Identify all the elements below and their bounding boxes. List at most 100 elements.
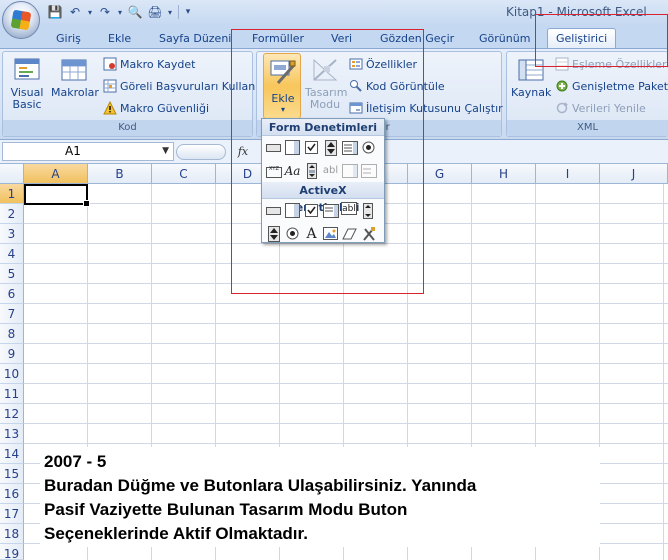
row-header[interactable]: 19	[0, 544, 24, 560]
row-header[interactable]: 4	[0, 244, 24, 264]
kod-goruntule-button[interactable]: Kod Görüntüle	[349, 78, 445, 96]
activex-button-icon[interactable]	[265, 202, 282, 219]
tab-veri[interactable]: Veri	[331, 29, 352, 48]
tasarim-modu-button[interactable]: Tasarım Modu	[305, 56, 347, 111]
caption-line-1: 2007 - 5	[44, 452, 107, 471]
row-header[interactable]: 18	[0, 524, 24, 544]
tab-gelistirici[interactable]: Geliştirici	[547, 28, 617, 49]
genisletme-label: Genişletme Paketleri	[572, 80, 668, 93]
print-preview-icon[interactable]: 🔍	[126, 4, 144, 20]
active-cell[interactable]	[24, 184, 90, 207]
visual-basic-button[interactable]: Visual Basic	[7, 56, 47, 111]
activex-combo-box-icon[interactable]	[284, 202, 301, 219]
group-box-icon[interactable]: XYZ	[265, 162, 282, 179]
spin-button-icon[interactable]	[322, 139, 339, 156]
list-box-icon[interactable]	[341, 139, 358, 156]
map-properties-icon	[555, 57, 569, 71]
customize-qat-icon[interactable]: ▾	[183, 4, 193, 20]
column-header[interactable]: C	[152, 164, 216, 184]
visual-basic-label: Visual Basic	[10, 86, 44, 111]
tab-sayfa-duzeni[interactable]: Sayfa Düzeni	[159, 29, 231, 48]
row-header[interactable]: 15	[0, 464, 24, 484]
column-header[interactable]: A	[24, 164, 88, 184]
row-header[interactable]: 8	[0, 324, 24, 344]
expansion-packs-icon	[556, 80, 568, 92]
print-dropdown-icon[interactable]: ▾	[166, 4, 174, 20]
name-box-value: A1	[65, 144, 81, 158]
row-header[interactable]: 17	[0, 504, 24, 524]
label-control-icon[interactable]: Aa	[284, 162, 301, 179]
row-header[interactable]: 10	[0, 364, 24, 384]
kaynak-button[interactable]: Kaynak	[511, 56, 551, 99]
column-header[interactable]: H	[472, 164, 536, 184]
formula-bar-splitter[interactable]	[176, 144, 226, 160]
ozellikler-button[interactable]: Özellikler	[349, 56, 417, 74]
makrolar-button[interactable]: Makrolar	[51, 56, 99, 99]
makro-guvenligi-label: Makro Güvenliği	[120, 102, 210, 115]
activex-label-icon[interactable]: A	[303, 225, 320, 242]
tab-formuller[interactable]: Formüller	[252, 29, 304, 48]
insert-function-icon[interactable]: fx	[232, 143, 254, 161]
row-header[interactable]: 13	[0, 424, 24, 444]
column-header[interactable]: B	[88, 164, 152, 184]
undo-icon[interactable]: ↶	[66, 4, 84, 20]
tab-gorunum[interactable]: Görünüm	[479, 29, 530, 48]
column-header[interactable]: I	[536, 164, 600, 184]
genisletme-paketleri-button[interactable]: Genişletme Paketleri	[555, 78, 668, 96]
iletisim-kutusu-button[interactable]: İletişim Kutusunu Çalıştır	[349, 100, 503, 118]
row-header[interactable]: 3	[0, 224, 24, 244]
row-header[interactable]: 5	[0, 264, 24, 284]
row-header[interactable]: 6	[0, 284, 24, 304]
row-header[interactable]: 16	[0, 484, 24, 504]
verileri-yenile-button[interactable]: Verileri Yenile	[555, 100, 646, 118]
activex-spin-button-icon[interactable]	[265, 225, 282, 242]
makro-kaydet-button[interactable]: Makro Kaydet	[103, 56, 195, 74]
name-box[interactable]: A1 ▼	[2, 142, 174, 161]
check-box-icon[interactable]	[303, 139, 320, 156]
activex-image-icon[interactable]	[322, 225, 339, 242]
group-kod: Visual Basic Makrolar Makro Kaydet Görel…	[2, 51, 255, 137]
option-button-icon[interactable]	[360, 139, 377, 156]
row-header[interactable]: 14	[0, 444, 24, 464]
print-icon[interactable]: 🖨	[146, 4, 164, 20]
save-icon[interactable]: 💾	[46, 4, 64, 20]
name-box-dropdown-icon[interactable]: ▼	[162, 143, 169, 160]
combo-box-icon[interactable]	[284, 139, 301, 156]
activex-text-box-icon[interactable]: abl	[341, 202, 357, 215]
select-all-corner[interactable]	[0, 164, 24, 184]
activex-check-box-icon[interactable]	[303, 202, 320, 219]
tab-gozden-gecir[interactable]: Gözden Geçir	[380, 29, 454, 48]
column-header[interactable]: G	[408, 164, 472, 184]
esleme-ozellikleri-button[interactable]: Eşleme Özellikleri	[555, 56, 668, 74]
insert-controls-menu: Form Denetimleri XYZ Aa abl ActiveX Dene…	[261, 118, 385, 243]
activex-scroll-bar-icon[interactable]	[359, 202, 376, 219]
activex-controls-row-2: A	[262, 222, 384, 245]
ekle-button[interactable]: Ekle ▾	[263, 53, 301, 119]
activex-list-box-icon[interactable]	[322, 202, 339, 219]
row-header[interactable]: 1	[0, 184, 24, 204]
run-dialog-icon	[349, 102, 363, 114]
undo-dropdown-icon[interactable]: ▾	[86, 4, 94, 20]
form-controls-row-1	[262, 136, 384, 159]
more-controls-icon[interactable]	[360, 225, 377, 242]
makro-guvenligi-button[interactable]: Makro Güvenliği	[103, 100, 209, 118]
redo-icon[interactable]: ↷	[96, 4, 114, 20]
row-header[interactable]: 9	[0, 344, 24, 364]
kaynak-label: Kaynak	[511, 86, 552, 99]
row-header[interactable]: 11	[0, 384, 24, 404]
activex-option-button-icon[interactable]	[284, 225, 301, 242]
office-button[interactable]	[2, 1, 40, 39]
goreli-basvurular-button[interactable]: Göreli Başvuruları Kullan	[103, 78, 255, 96]
form-controls-header: Form Denetimleri	[262, 119, 384, 136]
activex-toggle-button-icon[interactable]	[341, 225, 358, 242]
redo-dropdown-icon[interactable]: ▾	[116, 4, 124, 20]
column-header[interactable]: J	[600, 164, 668, 184]
scroll-bar-icon[interactable]	[303, 162, 320, 179]
tab-giris[interactable]: Giriş	[56, 29, 81, 48]
row-header[interactable]: 2	[0, 204, 24, 224]
row-header[interactable]: 12	[0, 404, 24, 424]
button-control-icon[interactable]	[265, 139, 282, 156]
tab-ekle[interactable]: Ekle	[108, 29, 131, 48]
row-header[interactable]: 7	[0, 304, 24, 324]
office-logo-icon	[10, 9, 32, 31]
